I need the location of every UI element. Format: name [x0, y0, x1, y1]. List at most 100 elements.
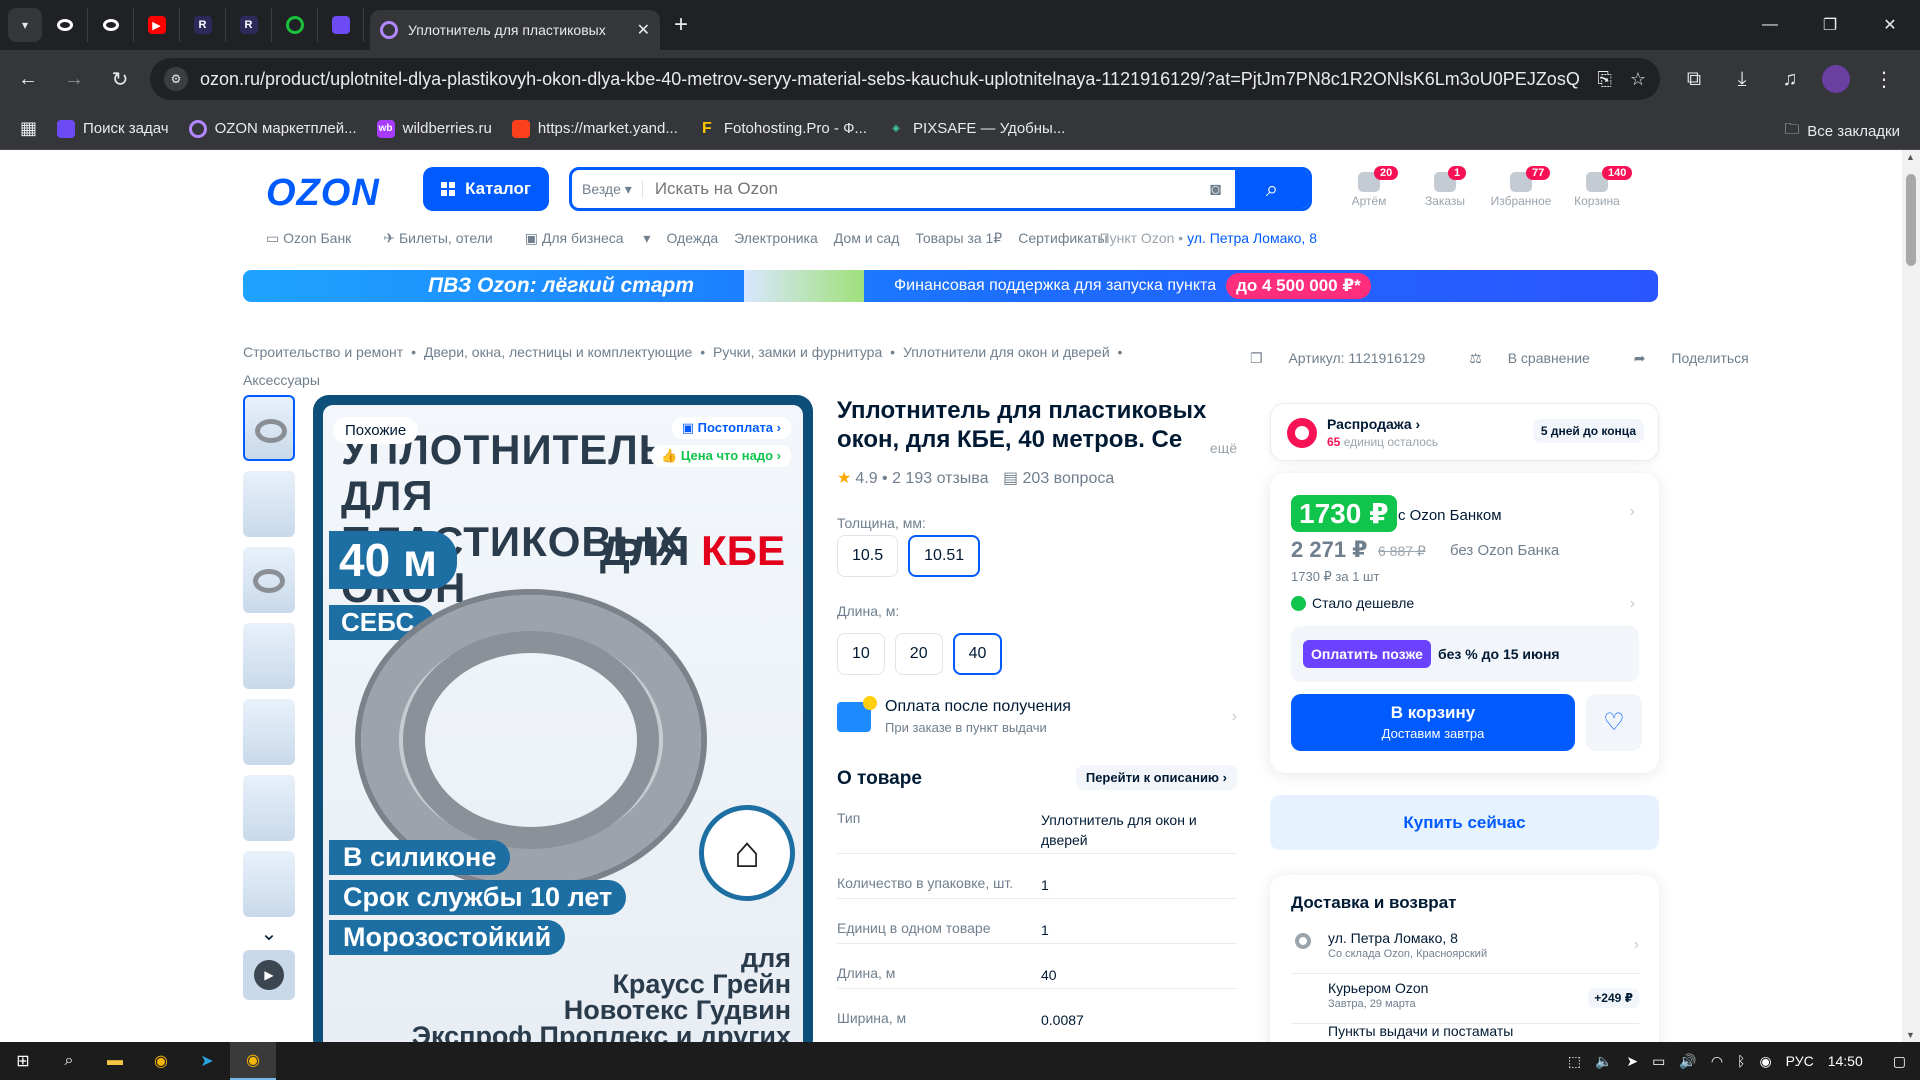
share-button[interactable]: ➦ Поделиться — [1634, 350, 1771, 367]
pay-later-block[interactable]: Оплатить позже без % до 15 июня — [1291, 626, 1639, 682]
sku[interactable]: ❐ Артикул: 1121916129 — [1250, 350, 1447, 367]
thumbnail[interactable] — [243, 471, 295, 537]
nav-business[interactable]: ▣ Для бизнеса ▾ — [525, 230, 651, 247]
thumbnail[interactable] — [243, 851, 295, 917]
close-tab-icon[interactable]: ✕ — [637, 20, 650, 40]
length-option[interactable]: 20 — [894, 633, 943, 675]
bookmark-item[interactable]: Поиск задач — [57, 119, 169, 138]
length-option[interactable]: 10 — [837, 633, 885, 675]
menu-icon[interactable]: ⋮ — [1870, 67, 1898, 92]
language-indicator[interactable]: РУС — [1786, 1053, 1814, 1069]
thumbnail[interactable] — [243, 699, 295, 765]
delivery-row[interactable]: Пункты выдачи и постаматы — [1291, 1023, 1639, 1042]
volume-icon[interactable]: 🔈 — [1595, 1053, 1612, 1070]
bluetooth-icon[interactable]: ᛒ — [1737, 1053, 1745, 1069]
price-drop[interactable]: Стало дешевле — [1291, 595, 1414, 611]
wifi-icon[interactable]: ◠ — [1711, 1053, 1723, 1070]
similar-button[interactable]: Похожие — [333, 417, 419, 444]
chrome-icon[interactable]: ◉ — [138, 1042, 184, 1080]
promo-banner[interactable]: ПВЗ Ozon: лёгкий старт Финансовая поддер… — [243, 270, 1658, 302]
forward-icon[interactable]: → — [56, 61, 92, 97]
header-favorites[interactable]: 77 Избранное — [1486, 166, 1556, 208]
windows-start-icon[interactable]: ⊞ — [0, 1042, 46, 1080]
breadcrumb-item[interactable]: Аксессуары — [243, 372, 320, 388]
questions-link[interactable]: ▤ 203 вопроса — [1003, 470, 1114, 487]
search-input[interactable] — [642, 179, 1211, 199]
downloads-icon[interactable]: ⤓ — [1728, 68, 1756, 91]
pinned-tab[interactable] — [318, 8, 364, 42]
nav-ozon-bank[interactable]: ▭ Ozon Банк — [266, 230, 367, 247]
telegram-tray-icon[interactable]: ➤ — [1626, 1053, 1638, 1070]
chrome-tray-icon[interactable]: ◉ — [1759, 1053, 1771, 1070]
all-bookmarks[interactable]: 🗀 Все закладки — [1784, 119, 1900, 144]
new-tab-button[interactable]: + — [674, 11, 688, 39]
fair-price-badge[interactable]: 👍 Цена что надо › — [651, 445, 791, 467]
screen-capture-icon[interactable]: ⬚ — [1568, 1053, 1581, 1070]
scrollbar-thumb[interactable] — [1906, 174, 1916, 266]
scroll-down-icon[interactable]: ▼ — [1906, 1030, 1915, 1040]
back-icon[interactable]: ← — [10, 61, 46, 97]
pinned-tab[interactable] — [42, 8, 88, 42]
breadcrumb-item[interactable]: Уплотнители для окон и дверей — [903, 344, 1110, 360]
nav-1rub[interactable]: Товары за 1₽ — [915, 230, 1002, 247]
media-control-icon[interactable]: ♫ — [1776, 68, 1804, 91]
extensions-icon[interactable]: ⧉ — [1680, 68, 1708, 91]
goto-description-button[interactable]: Перейти к описанию › — [1075, 765, 1237, 790]
search-scope-select[interactable]: Везде ▾ — [572, 180, 643, 198]
close-window-icon[interactable]: ✕ — [1860, 0, 1920, 50]
page-scrollbar[interactable]: ▲ ▼ — [1902, 150, 1920, 1042]
chrome-active-icon[interactable]: ◉ — [230, 1042, 276, 1080]
pay-after-receipt[interactable]: Оплата после получения При заказе в пунк… — [837, 696, 1237, 738]
site-info-icon[interactable]: ⚙ — [164, 67, 188, 91]
clock[interactable]: 14:50 — [1828, 1053, 1863, 1069]
chevron-right-icon[interactable]: › — [1630, 503, 1635, 521]
pinned-tab[interactable]: R — [180, 8, 226, 42]
url-text[interactable]: ozon.ru/product/uplotnitel-dlya-plastiko… — [200, 69, 1579, 90]
nav-clothes[interactable]: Одежда — [666, 230, 718, 247]
pinned-tab[interactable] — [88, 8, 134, 42]
thumbnail[interactable] — [243, 775, 295, 841]
omnibox[interactable]: ⚙ ozon.ru/product/uplotnitel-dlya-plasti… — [150, 58, 1660, 100]
rating-reviews[interactable]: 4.9 • 2 193 отзыва — [855, 470, 988, 487]
notifications-icon[interactable]: ▢ — [1893, 1053, 1906, 1070]
pay-later-button[interactable]: Оплатить позже — [1303, 640, 1431, 668]
nav-tickets[interactable]: ✈ Билеты, отели — [383, 230, 508, 247]
pinned-tab[interactable]: ▶ — [134, 8, 180, 42]
header-orders[interactable]: 1 Заказы — [1410, 166, 1480, 208]
sale-widget[interactable]: Распродажа › 65 единиц осталось 5 дней д… — [1270, 403, 1659, 461]
chevron-down-icon[interactable]: ⌄ — [243, 921, 295, 946]
reload-icon[interactable]: ↻ — [102, 61, 138, 97]
nav-certificates[interactable]: Сертификаты — [1018, 230, 1107, 247]
thumbnail[interactable] — [243, 547, 295, 613]
bookmark-item[interactable]: ◈ PIXSAFE — Удобны... — [887, 120, 1065, 138]
bookmark-star-icon[interactable]: ☆ — [1630, 69, 1646, 90]
thumbnail[interactable] — [243, 623, 295, 689]
apps-icon[interactable]: ▦ — [20, 118, 37, 139]
bookmark-item[interactable]: F Fotohosting.Pro - Ф... — [698, 120, 867, 138]
delivery-row[interactable]: Курьером Ozon Завтра, 29 марта +249 ₽ — [1291, 980, 1639, 1024]
install-app-icon[interactable]: ⎘ — [1597, 69, 1611, 90]
breadcrumb-item[interactable]: Строительство и ремонт — [243, 344, 403, 360]
bookmark-item[interactable]: OZON маркетплей... — [188, 119, 357, 138]
main-product-image[interactable]: Похожие ▣ Постоплата › 👍 Цена что надо ›… — [313, 395, 813, 1042]
minimize-icon[interactable]: — — [1740, 0, 1800, 50]
nav-home[interactable]: Дом и сад — [834, 230, 900, 247]
search-button[interactable]: ⌕ — [1235, 170, 1309, 208]
restore-icon[interactable]: ❐ — [1800, 0, 1860, 50]
scroll-up-icon[interactable]: ▲ — [1906, 152, 1915, 162]
tab-search-button[interactable]: ▾ — [8, 8, 42, 42]
favorite-button[interactable]: ♡ — [1586, 694, 1642, 751]
thumbnail[interactable] — [243, 395, 295, 461]
telegram-icon[interactable]: ➤ — [184, 1042, 230, 1080]
video-thumbnail[interactable]: ▶ — [243, 950, 295, 1000]
chevron-right-icon[interactable]: › — [1630, 595, 1635, 613]
length-option[interactable]: 40 — [952, 633, 1003, 675]
profile-avatar[interactable] — [1822, 65, 1850, 93]
title-more-link[interactable]: ещё — [1201, 434, 1237, 454]
speaker-icon[interactable]: 🔊 — [1679, 1053, 1696, 1070]
pinned-tab[interactable] — [272, 8, 318, 42]
catalog-button[interactable]: Каталог — [423, 167, 549, 211]
breadcrumb-item[interactable]: Двери, окна, лестницы и комплектующие — [424, 344, 692, 360]
ozon-logo[interactable]: OZON — [266, 172, 380, 215]
delivery-row[interactable]: ул. Петра Ломако, 8 Со склада Ozon, Крас… — [1291, 930, 1639, 974]
